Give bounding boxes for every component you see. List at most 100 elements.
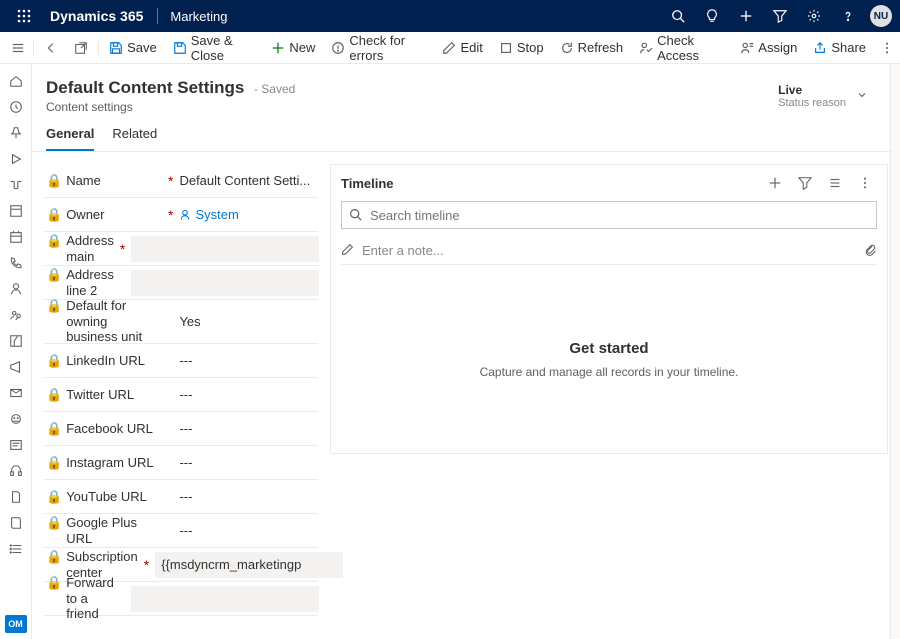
page-title: Default Content Settings <box>46 78 244 97</box>
scrollbar[interactable] <box>890 64 900 639</box>
twitter-value: --- <box>179 387 318 402</box>
timeline-search-input[interactable] <box>341 201 877 229</box>
field-googleplus[interactable]: 🔒Google Plus URL * --- <box>44 514 318 548</box>
user-avatar[interactable]: NU <box>870 5 892 27</box>
timeline-note-row[interactable]: Enter a note... <box>341 237 877 265</box>
field-name[interactable]: 🔒Name * Default Content Setti... <box>44 164 318 198</box>
command-bar: Save Save & Close New Check for errors E… <box>0 32 900 64</box>
rail-segment-icon[interactable] <box>0 328 32 354</box>
tab-related[interactable]: Related <box>112 126 157 151</box>
timeline-empty-state: Get started Capture and manage all recor… <box>331 265 887 453</box>
add-icon[interactable] <box>730 0 762 32</box>
field-youtube[interactable]: 🔒YouTube URL * --- <box>44 480 318 514</box>
required-marker: * <box>120 241 125 257</box>
lock-icon: 🔒 <box>46 575 62 591</box>
attachment-icon[interactable] <box>864 243 877 259</box>
field-forward-friend[interactable]: 🔒Forward to a friend * <box>44 582 318 616</box>
rail-account-icon[interactable] <box>0 302 32 328</box>
new-button[interactable]: New <box>263 32 323 64</box>
save-close-label: Save & Close <box>191 33 256 63</box>
rail-journey-icon[interactable] <box>0 172 32 198</box>
saved-indicator: - Saved <box>254 82 295 96</box>
global-header: Dynamics 365 Marketing NU <box>0 0 900 32</box>
subscription-center-input[interactable] <box>155 552 343 578</box>
check-access-button[interactable]: Check Access <box>631 32 732 64</box>
rail-headset-icon[interactable] <box>0 458 32 484</box>
gear-icon[interactable] <box>798 0 830 32</box>
stop-button[interactable]: Stop <box>491 32 552 64</box>
rail-social-icon[interactable] <box>0 406 32 432</box>
rail-page-icon[interactable] <box>0 484 32 510</box>
forward-friend-input[interactable] <box>131 586 319 612</box>
rail-contact-icon[interactable] <box>0 276 32 302</box>
search-icon[interactable] <box>662 0 694 32</box>
brand-divider <box>157 8 158 24</box>
timeline-sort-icon[interactable] <box>823 171 847 195</box>
popout-button[interactable] <box>66 32 96 64</box>
rail-recent-icon[interactable] <box>0 94 32 120</box>
app-name-label[interactable]: Marketing <box>162 9 235 24</box>
address-2-input[interactable] <box>131 270 319 296</box>
rail-play-icon[interactable] <box>0 146 32 172</box>
instagram-value: --- <box>179 455 318 470</box>
lightbulb-icon[interactable] <box>696 0 728 32</box>
lock-icon: 🔒 <box>46 173 62 189</box>
check-errors-button[interactable]: Check for errors <box>323 32 434 64</box>
app-launcher-icon[interactable] <box>8 9 40 23</box>
assign-label: Assign <box>758 40 797 55</box>
default-bu-value: Yes <box>179 314 318 329</box>
linkedin-value: --- <box>179 353 318 368</box>
rail-phone-icon[interactable] <box>0 250 32 276</box>
field-address-2[interactable]: 🔒Address line 2 * <box>44 266 318 300</box>
timeline-search[interactable] <box>341 201 877 229</box>
tab-bar: General Related <box>32 114 900 152</box>
rail-megaphone-icon[interactable] <box>0 354 32 380</box>
back-button[interactable] <box>36 32 66 64</box>
rail-mail-icon[interactable] <box>0 380 32 406</box>
filter-icon[interactable] <box>764 0 796 32</box>
lock-icon: 🔒 <box>46 267 62 283</box>
area-switcher[interactable]: OM <box>5 615 27 633</box>
rail-form-icon[interactable] <box>0 432 32 458</box>
rail-calendar-icon[interactable] <box>0 224 32 250</box>
edit-button[interactable]: Edit <box>434 32 490 64</box>
field-facebook[interactable]: 🔒Facebook URL * --- <box>44 412 318 446</box>
assign-button[interactable]: Assign <box>732 32 805 64</box>
share-button[interactable]: Share <box>805 32 874 64</box>
tab-general[interactable]: General <box>46 126 94 151</box>
form-body: 🔒Name * Default Content Setti... 🔒Owner … <box>32 152 900 612</box>
field-twitter[interactable]: 🔒Twitter URL * --- <box>44 378 318 412</box>
lock-icon: 🔒 <box>46 455 62 471</box>
rail-list-icon[interactable] <box>0 536 32 562</box>
help-icon[interactable] <box>832 0 864 32</box>
record-header: Default Content Settings - Saved Content… <box>32 64 900 114</box>
nav-toggle-icon[interactable] <box>4 41 31 55</box>
timeline-panel: Timeline Enter a note... <box>330 164 888 454</box>
timeline-filter-icon[interactable] <box>793 171 817 195</box>
status-block[interactable]: Live Status reason <box>778 78 878 114</box>
field-default-bu[interactable]: 🔒Default for owning business unit * Yes <box>44 300 318 344</box>
save-button[interactable]: Save <box>101 32 165 64</box>
owner-value[interactable]: System <box>179 207 318 222</box>
rail-home-icon[interactable] <box>0 68 32 94</box>
rail-template-icon[interactable] <box>0 198 32 224</box>
overflow-button[interactable] <box>874 32 900 64</box>
save-close-button[interactable]: Save & Close <box>165 32 264 64</box>
field-instagram[interactable]: 🔒Instagram URL * --- <box>44 446 318 480</box>
lock-icon: 🔒 <box>46 421 62 437</box>
rail-book-icon[interactable] <box>0 510 32 536</box>
save-label: Save <box>127 40 157 55</box>
timeline-add-icon[interactable] <box>763 171 787 195</box>
lock-icon: 🔒 <box>46 387 62 403</box>
divider <box>98 39 99 57</box>
field-owner[interactable]: 🔒Owner * System <box>44 198 318 232</box>
field-address-main[interactable]: 🔒Address main * <box>44 232 318 266</box>
new-label: New <box>289 40 315 55</box>
rail-pin-icon[interactable] <box>0 120 32 146</box>
timeline-more-icon[interactable] <box>853 171 877 195</box>
refresh-button[interactable]: Refresh <box>552 32 632 64</box>
field-linkedin[interactable]: 🔒LinkedIn URL * --- <box>44 344 318 378</box>
brand-label[interactable]: Dynamics 365 <box>40 8 153 24</box>
address-main-input[interactable] <box>131 236 319 262</box>
entity-subtitle: Content settings <box>46 100 778 114</box>
